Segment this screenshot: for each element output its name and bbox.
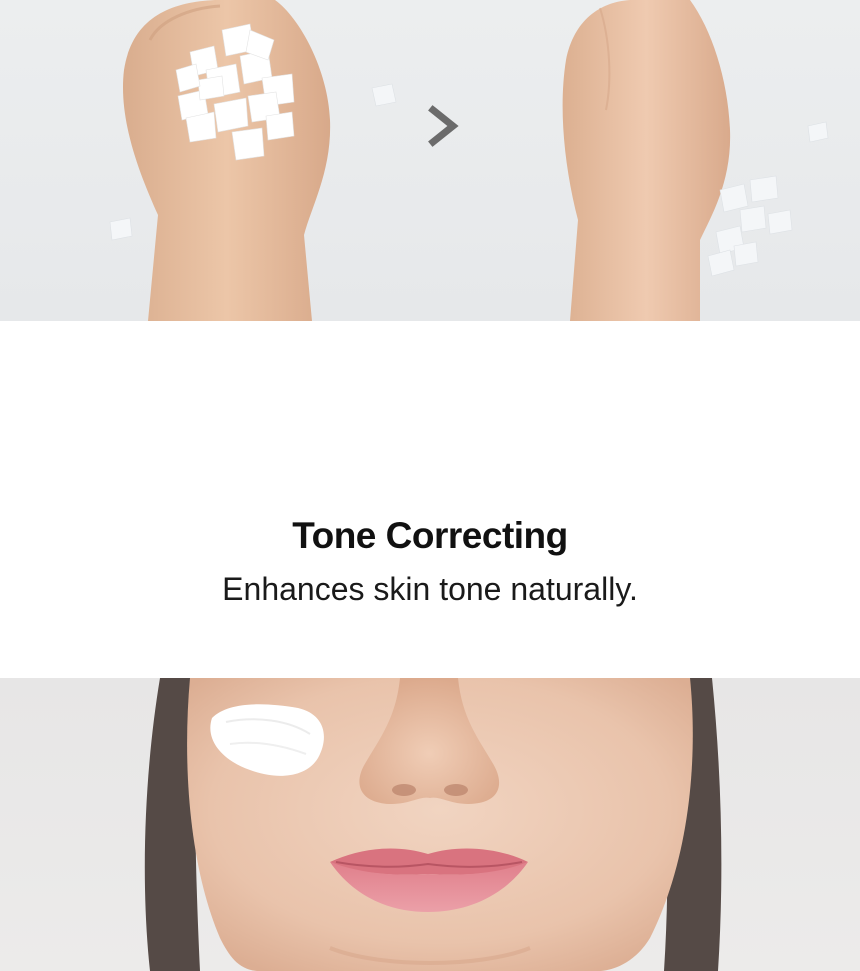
- before-after-hand-photo: [0, 0, 860, 321]
- feature-description: Enhances skin tone naturally.: [222, 571, 638, 607]
- face-application-photo: [0, 678, 860, 971]
- product-detail-page: Tone Correcting Enhances skin tone natur…: [0, 0, 860, 971]
- hand-illustration: [109, 0, 829, 321]
- chevron-right-icon: [428, 105, 459, 147]
- right-hand: [562, 0, 731, 321]
- feature-text-section: Tone Correcting Enhances skin tone natur…: [0, 321, 860, 678]
- face-illustration: [144, 678, 722, 971]
- feature-title: Tone Correcting: [292, 515, 568, 556]
